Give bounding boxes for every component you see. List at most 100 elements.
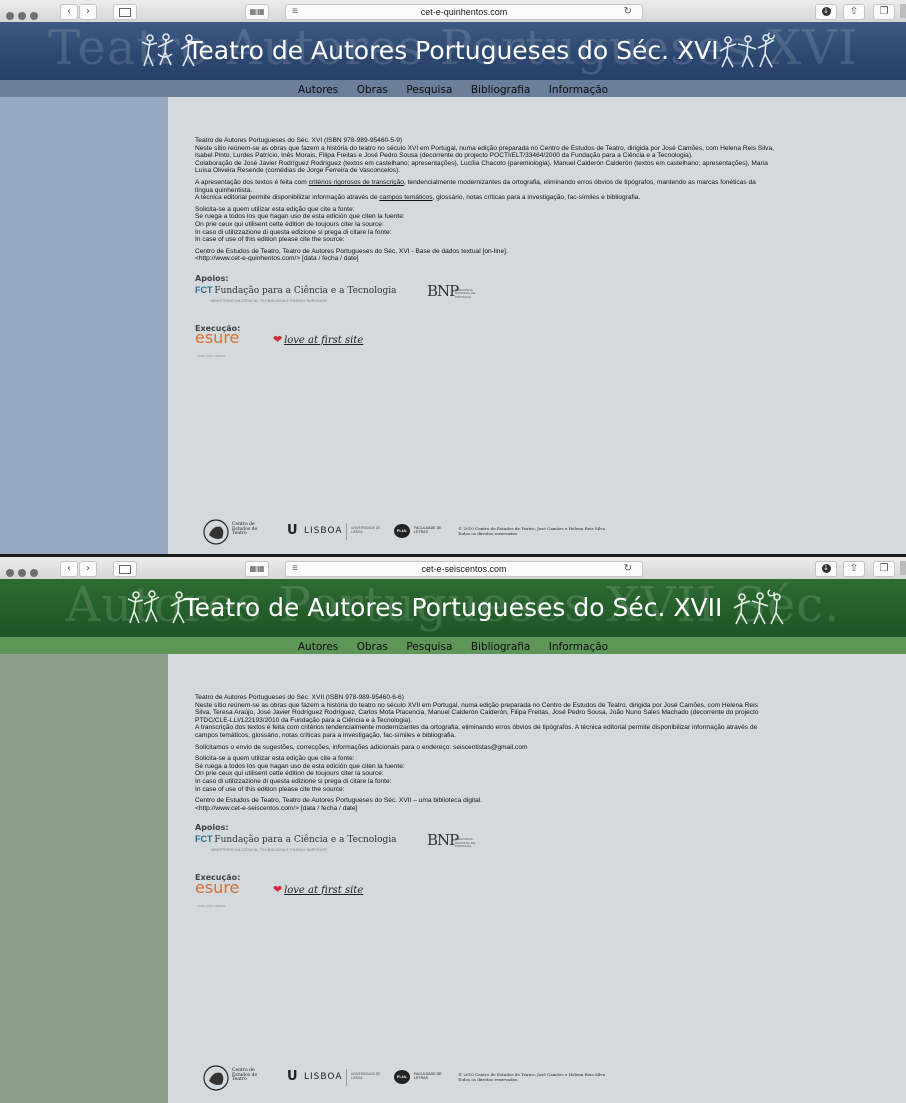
- ulisboa-subtitle: UNIVERSIDADE DE LISBOA: [351, 526, 381, 534]
- toolbar: ‹ › ▦▦ ≡ cet-e-quinhentos.com ↻ ↓ ⇧ ❐: [0, 0, 906, 23]
- intro-paragraph: Teatro de Autores Portugueses do Séc. XV…: [195, 137, 895, 175]
- intro-line: Neste sítio reúnem-se as obras que fazem…: [195, 144, 774, 152]
- reload-icon[interactable]: ↻: [624, 562, 632, 576]
- sidebar-icon: [119, 565, 131, 574]
- sidebar-icon: [119, 8, 131, 17]
- share-button[interactable]: ⇧: [843, 561, 865, 577]
- chevron-left-icon: ‹: [67, 563, 71, 574]
- grid-icon: ▦▦: [249, 564, 265, 573]
- fct-mark: FCT: [195, 284, 213, 295]
- ulisboa-u-mark: U: [287, 1069, 298, 1084]
- bnp-mark: BNP: [427, 830, 459, 849]
- share-icon: ⇧: [849, 6, 859, 17]
- fct-logo[interactable]: FCT Fundação para a Ciência e a Tecnolog…: [195, 834, 397, 852]
- citation-line: Se ruega a todos los que hagan uso de es…: [195, 213, 405, 221]
- intro-line: Teatro de Autores Portugueses do Séc. XV…: [195, 137, 403, 144]
- zoom-window-button[interactable]: [30, 569, 38, 577]
- reference-text: Centro de Estudos de Teatro, Teatro de A…: [195, 797, 895, 812]
- close-window-button[interactable]: [6, 12, 14, 20]
- share-button[interactable]: ⇧: [843, 4, 865, 20]
- minimize-window-button[interactable]: [18, 569, 26, 577]
- sidebar-toggle-button[interactable]: [113, 4, 137, 20]
- downloads-button[interactable]: ↓: [815, 4, 837, 20]
- minimize-window-button[interactable]: [18, 12, 26, 20]
- apoios-heading: Apoios:: [195, 823, 229, 833]
- love-at-first-site-logo[interactable]: ❤ love at first site: [273, 334, 364, 347]
- footer-logos: Centro de Estudos de Teatro U LISBOA UNI…: [203, 519, 633, 545]
- esure-logo[interactable]: esure know your options: [195, 879, 239, 908]
- tabs-button[interactable]: ❐: [873, 4, 895, 20]
- citation-request: Solicita-se a quem utilizar esta edição …: [195, 755, 895, 793]
- dancing-figures-illustration: [719, 32, 775, 68]
- cet-logo[interactable]: [203, 519, 229, 545]
- execucao-heading: Execução:: [195, 323, 241, 333]
- download-icon: ↓: [821, 6, 831, 16]
- reload-icon[interactable]: ↻: [624, 5, 632, 19]
- tabs-button[interactable]: ❐: [873, 561, 895, 577]
- browser-window-seiscentos: ‹ › ▦▦ ≡ cet-e-seiscentos.com ↻ ↓ ⇧ ❐ Au…: [0, 557, 906, 1103]
- zoom-window-button[interactable]: [30, 12, 38, 20]
- back-button[interactable]: ‹: [60, 4, 78, 20]
- citation-line: Solicita-se a quem utilizar esta edição …: [195, 205, 355, 213]
- back-button[interactable]: ‹: [60, 561, 78, 577]
- flul-logo[interactable]: FLUL: [394, 1070, 410, 1084]
- download-icon: ↓: [821, 563, 831, 573]
- bnp-mark: BNP: [427, 281, 459, 300]
- forward-button[interactable]: ›: [79, 4, 97, 20]
- scrollbar[interactable]: [900, 4, 906, 18]
- footer-logos: Centro de Estudos de Teatro U LISBOA UNI…: [203, 1065, 633, 1091]
- cet-logo[interactable]: [203, 1065, 229, 1091]
- intro-text: Teatro de Autores Portugueses do Séc. XV…: [195, 137, 895, 366]
- scrollbar[interactable]: [900, 561, 906, 575]
- fct-subtitle: MINISTÉRIO DA CIÊNCIA, TECNOLOGIA E ENSI…: [211, 298, 327, 303]
- address-bar[interactable]: ≡ cet-e-quinhentos.com ↻: [285, 4, 643, 20]
- intro-text: Teatro de Autores Portugueses do Séc. XV…: [195, 694, 895, 916]
- fct-logo[interactable]: FCT Fundação para a Ciência e a Tecnolog…: [195, 284, 397, 303]
- toolbar: ‹ › ▦▦ ≡ cet-e-seiscentos.com ↻ ↓ ⇧ ❐: [0, 557, 906, 580]
- left-column: [0, 654, 168, 1103]
- downloads-button[interactable]: ↓: [815, 561, 837, 577]
- address-bar[interactable]: ≡ cet-e-seiscentos.com ↻: [285, 561, 643, 577]
- divider: [346, 523, 347, 540]
- close-window-button[interactable]: [6, 569, 14, 577]
- love-at-first-site-logo[interactable]: ❤ love at first site: [273, 884, 363, 896]
- esure-logo[interactable]: esure know your options: [195, 330, 239, 359]
- ulisboa-text[interactable]: LISBOA: [304, 1072, 342, 1082]
- thematic-fields-link[interactable]: campos temáticos: [379, 194, 432, 201]
- tabs-icon: ❐: [879, 563, 889, 574]
- sidebar-toggle-button[interactable]: [113, 561, 137, 577]
- method-text: , glossário, notas críticas para a inves…: [432, 194, 641, 202]
- citation-line: In caso di utilizzazione di questa edizi…: [195, 228, 392, 236]
- esure-subtitle: know your options: [197, 354, 226, 359]
- intro-line: A transcrição dos textos é feita com cri…: [195, 724, 758, 732]
- bnp-logo[interactable]: BNP BIBLIOTECA NACIONAL DE PORTUGAL: [427, 283, 475, 298]
- flul-logo[interactable]: FLUL: [394, 524, 410, 538]
- top-sites-button[interactable]: ▦▦: [245, 561, 269, 577]
- transcription-criteria-link[interactable]: critérios rigorosos de transcrição: [309, 179, 404, 186]
- method-text: língua quinhentista.: [195, 186, 253, 194]
- copyright: © 2010 Centro de Estudos de Teatro, José…: [458, 526, 605, 536]
- flul-text: FACULDADE DE LETRAS: [414, 526, 442, 534]
- intro-line: campos temáticos, glossário, notas críti…: [195, 731, 456, 739]
- execution-logos: esure know your options ❤ love at first …: [195, 879, 895, 916]
- esure-mark: esure: [195, 877, 240, 897]
- execution-logos: esure know your options ❤ love at first …: [195, 330, 895, 366]
- divider: [346, 1069, 347, 1086]
- chevron-right-icon: ›: [86, 563, 90, 574]
- heart-icon: ❤: [273, 334, 283, 347]
- citation-line: On prie ceux qui utilisent cette édition…: [195, 220, 384, 228]
- share-icon: ⇧: [849, 563, 859, 574]
- top-sites-button[interactable]: ▦▦: [245, 4, 269, 20]
- intro-line: PTDC/CLE-LLI/122193/2010 da Fundação par…: [195, 716, 413, 724]
- lafs-text: love at first site: [284, 335, 364, 347]
- fct-subtitle: MINISTÉRIO DA CIÊNCIA, TECNOLOGIA E ENSI…: [211, 847, 327, 852]
- reference-line: Centro de Estudos de Teatro, Teatro de A…: [195, 797, 483, 805]
- intro-line: Silva, Teresa Araújo, José Javier Rodríg…: [195, 709, 759, 717]
- intro-paragraph: Teatro de Autores Portugueses do Séc. XV…: [195, 694, 895, 740]
- intro-line: Neste sítio reúnem-se as obras que fazem…: [195, 701, 758, 709]
- bnp-logo[interactable]: BNP BIBLIOTECA NACIONAL DE PORTUGAL: [427, 832, 475, 847]
- ulisboa-text[interactable]: LISBOA: [304, 526, 342, 536]
- forward-button[interactable]: ›: [79, 561, 97, 577]
- copyright: © 2010 Centro de Estudos de Teatro, José…: [458, 1072, 605, 1082]
- tabs-icon: ❐: [879, 6, 889, 17]
